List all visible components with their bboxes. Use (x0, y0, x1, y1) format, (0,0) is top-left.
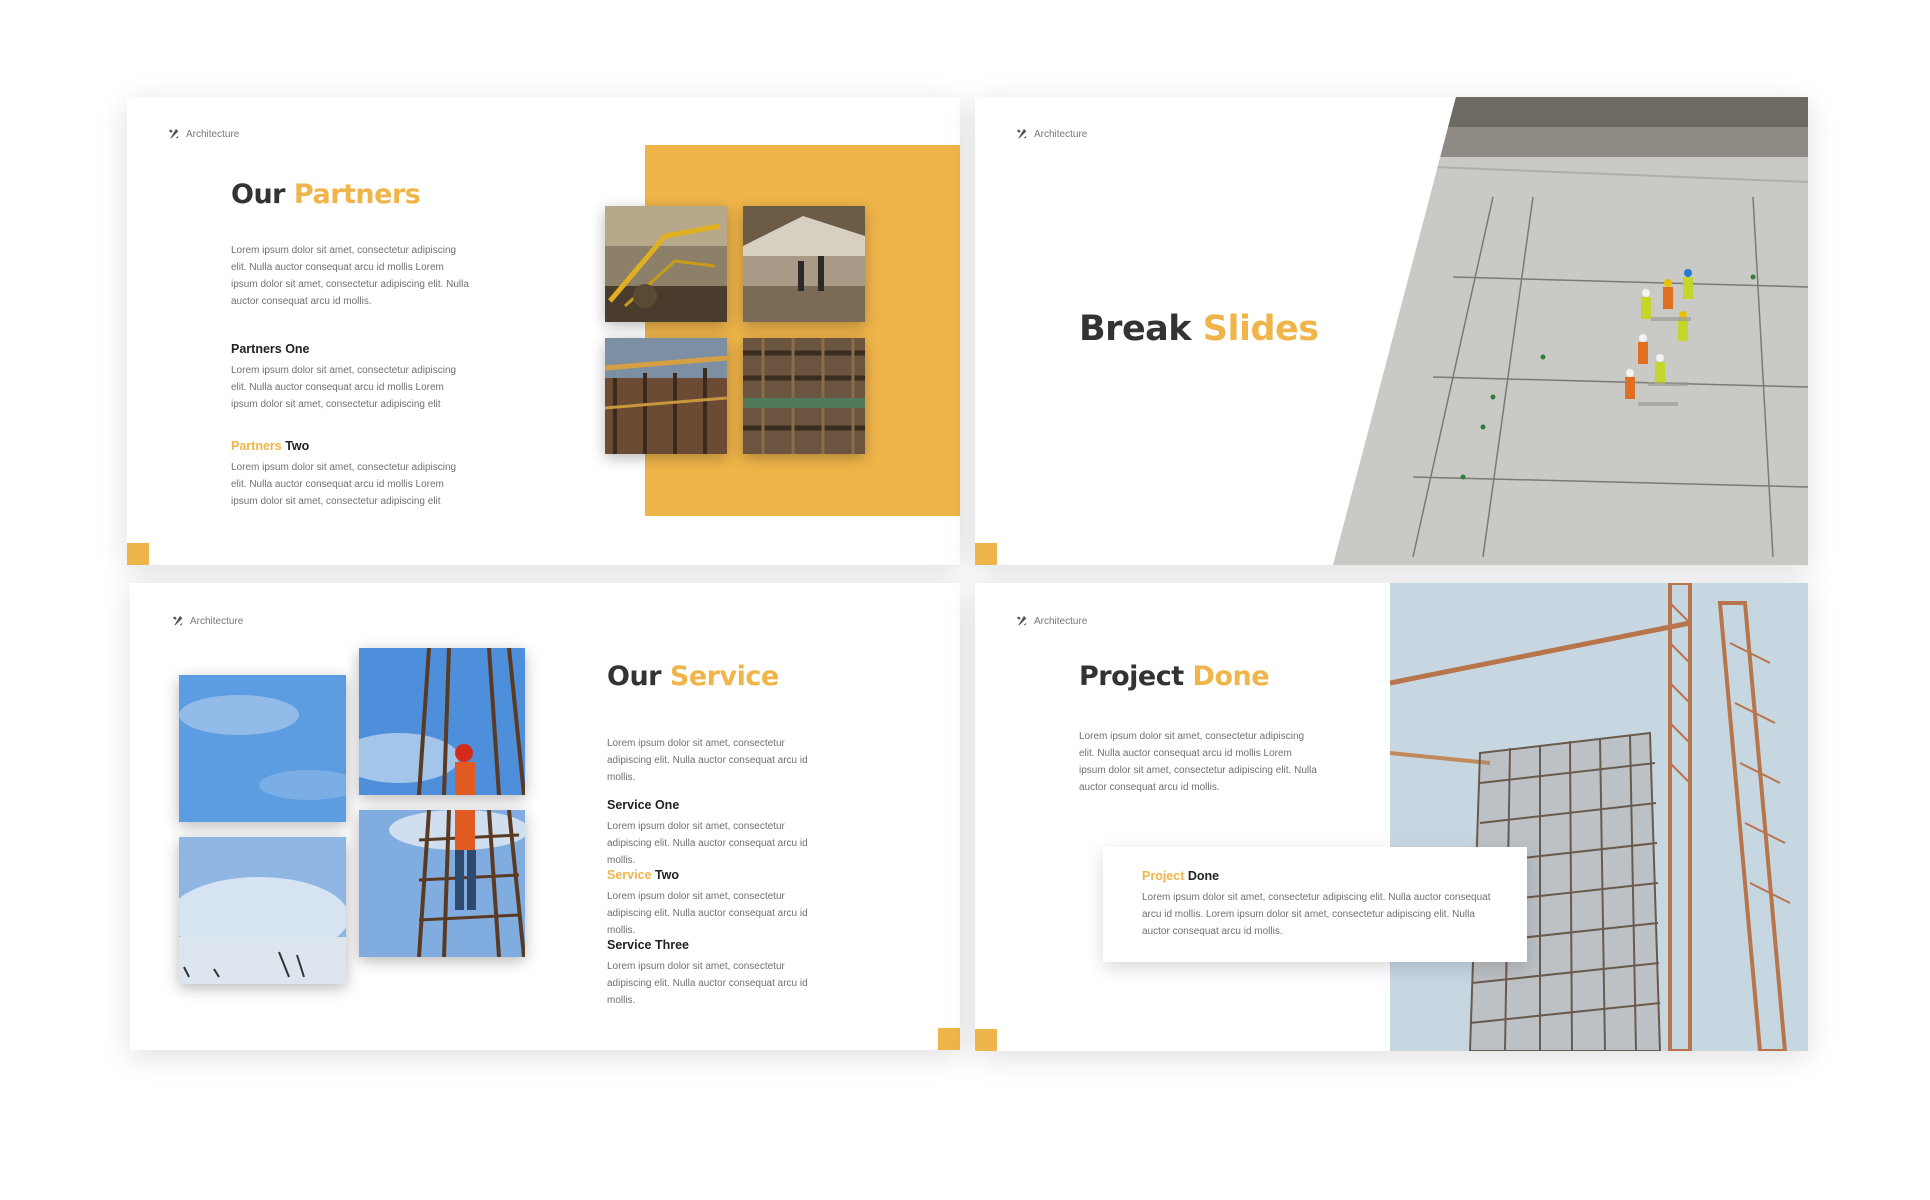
photo-concrete-deck-workers (1333, 97, 1808, 565)
corner-square (975, 543, 997, 565)
partners-one-title: Partners One (231, 342, 310, 356)
brand-label: Architecture (1015, 128, 1087, 141)
photo-workers (743, 206, 865, 322)
service-two-title: Service Two (607, 868, 680, 882)
service-one-text: Lorem ipsum dolor sit amet, consectetur … (607, 821, 808, 866)
slide-our-service[interactable]: Architecture Our Service Lorem ipsum dol… (130, 583, 960, 1050)
tools-icon (168, 128, 179, 139)
brand-label: Architecture (167, 128, 239, 141)
brand-label: Architecture (1015, 615, 1087, 628)
tools-icon (1016, 128, 1027, 139)
card-text: Lorem ipsum dolor sit amet, consectetur … (1142, 892, 1491, 937)
partners-one-text: Lorem ipsum dolor sit amet, consectetur … (231, 365, 457, 410)
photo-worker-climbing-top (359, 648, 525, 795)
slide-title: Break Slides (1079, 309, 1319, 349)
service-three-title: Service Three (607, 938, 689, 952)
brand-label: Architecture (171, 615, 243, 628)
partners-two-title: Partners Two (231, 439, 310, 453)
slide-break-slides[interactable]: Architecture Break Slides (975, 97, 1808, 565)
card-title: Project Done (1142, 869, 1220, 883)
photo-rebar-site (743, 338, 865, 454)
partners-two-text: Lorem ipsum dolor sit amet, consectetur … (231, 462, 457, 507)
service-one-title: Service One (607, 798, 680, 812)
slide-title: Our Service (607, 661, 779, 692)
photo-sky-bottom (179, 837, 346, 984)
slide-title: Project Done (1079, 661, 1270, 692)
intro-text: Lorem ipsum dolor sit amet, consectetur … (1079, 731, 1317, 793)
tools-icon (172, 615, 183, 626)
photo-crane-structure (605, 338, 727, 454)
intro-text: Lorem ipsum dolor sit amet, consectetur … (607, 738, 808, 783)
photo-cranes-steel-frame (1390, 583, 1808, 1051)
service-three-text: Lorem ipsum dolor sit amet, consectetur … (607, 961, 808, 1006)
slide-project-done[interactable]: Architecture Project Done Lorem ipsum do… (975, 583, 1808, 1051)
slide-title: Our Partners (231, 179, 421, 210)
tools-icon (1016, 615, 1027, 626)
intro-text: Lorem ipsum dolor sit amet, consectetur … (231, 245, 469, 307)
service-two-text: Lorem ipsum dolor sit amet, consectetur … (607, 891, 808, 936)
accent-block (645, 145, 960, 516)
corner-square (127, 543, 149, 565)
photo-excavator (605, 206, 727, 322)
corner-square (975, 1029, 997, 1051)
photo-sky-top (179, 675, 346, 822)
slide-our-partners[interactable]: Architecture Our Partners Lorem ipsum do… (127, 97, 960, 565)
corner-square (938, 1028, 960, 1050)
project-done-card[interactable]: Project Done Lorem ipsum dolor sit amet,… (1103, 847, 1527, 962)
photo-worker-climbing-bottom (359, 810, 525, 957)
